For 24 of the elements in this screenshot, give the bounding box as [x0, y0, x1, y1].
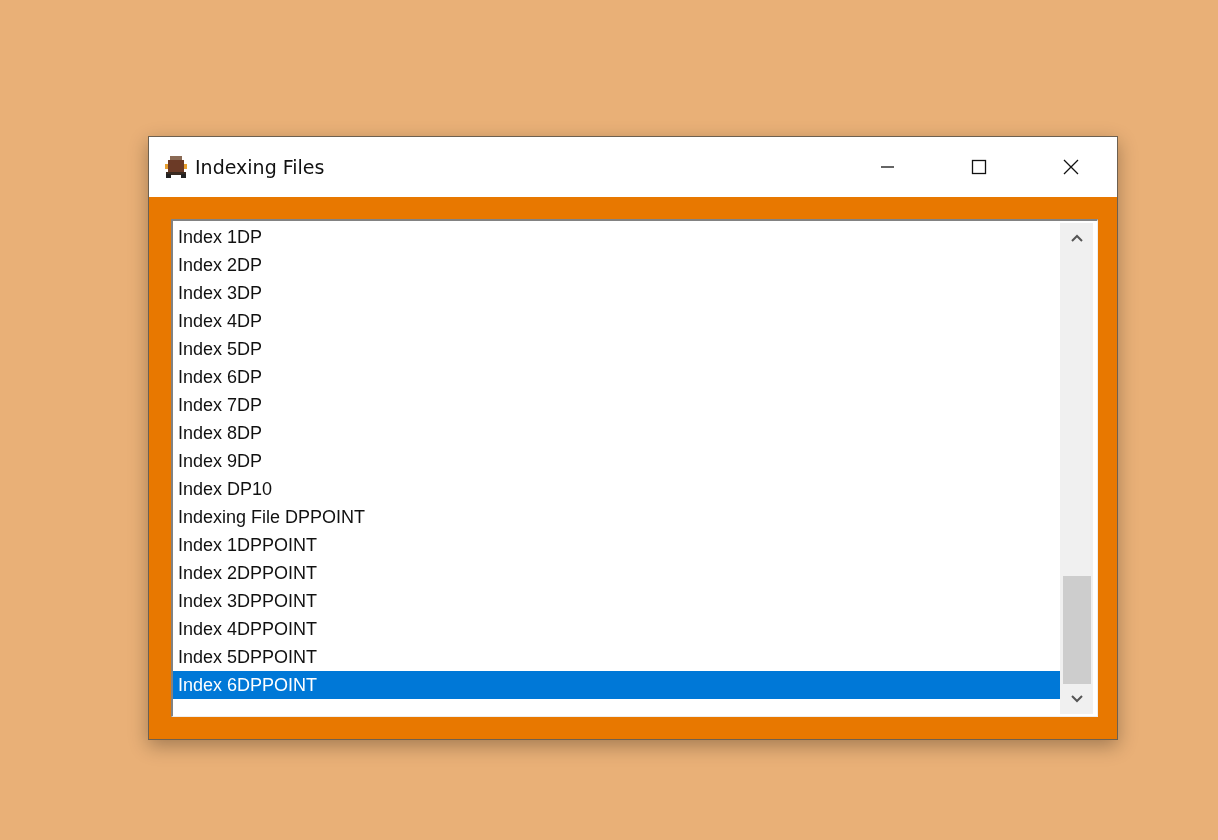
list-item[interactable]: Index 1DPPOINT — [173, 531, 1060, 559]
truck-icon — [165, 156, 187, 178]
list-item[interactable]: Index 7DP — [173, 391, 1060, 419]
list-item[interactable]: Index 3DP — [173, 279, 1060, 307]
list-item[interactable]: Indexing File DPPOINT — [173, 503, 1060, 531]
window-title: Indexing Files — [195, 156, 325, 178]
list-item[interactable]: Index DP10 — [173, 475, 1060, 503]
list-item[interactable]: Index 9DP — [173, 447, 1060, 475]
list-item[interactable]: Index 6DP — [173, 363, 1060, 391]
scroll-up-icon[interactable] — [1069, 233, 1084, 243]
scroll-down-icon[interactable] — [1069, 694, 1084, 704]
scrollbar[interactable] — [1060, 223, 1093, 714]
list-item[interactable]: Index 8DP — [173, 419, 1060, 447]
list-item[interactable]: Index 3DPPOINT — [173, 587, 1060, 615]
list-item[interactable]: Index 4DP — [173, 307, 1060, 335]
minimize-icon — [880, 166, 894, 168]
list-item[interactable]: Index 6DPPOINT — [173, 671, 1060, 699]
list-item[interactable]: Index 1DP — [173, 223, 1060, 251]
list-item[interactable]: Index 4DPPOINT — [173, 615, 1060, 643]
list-item[interactable]: Index 2DPPOINT — [173, 559, 1060, 587]
list-item[interactable]: Index 5DPPOINT — [173, 643, 1060, 671]
scrollbar-thumb[interactable] — [1062, 576, 1091, 684]
list-item[interactable]: Index 2DP — [173, 251, 1060, 279]
list-item[interactable]: Index 5DP — [173, 335, 1060, 363]
